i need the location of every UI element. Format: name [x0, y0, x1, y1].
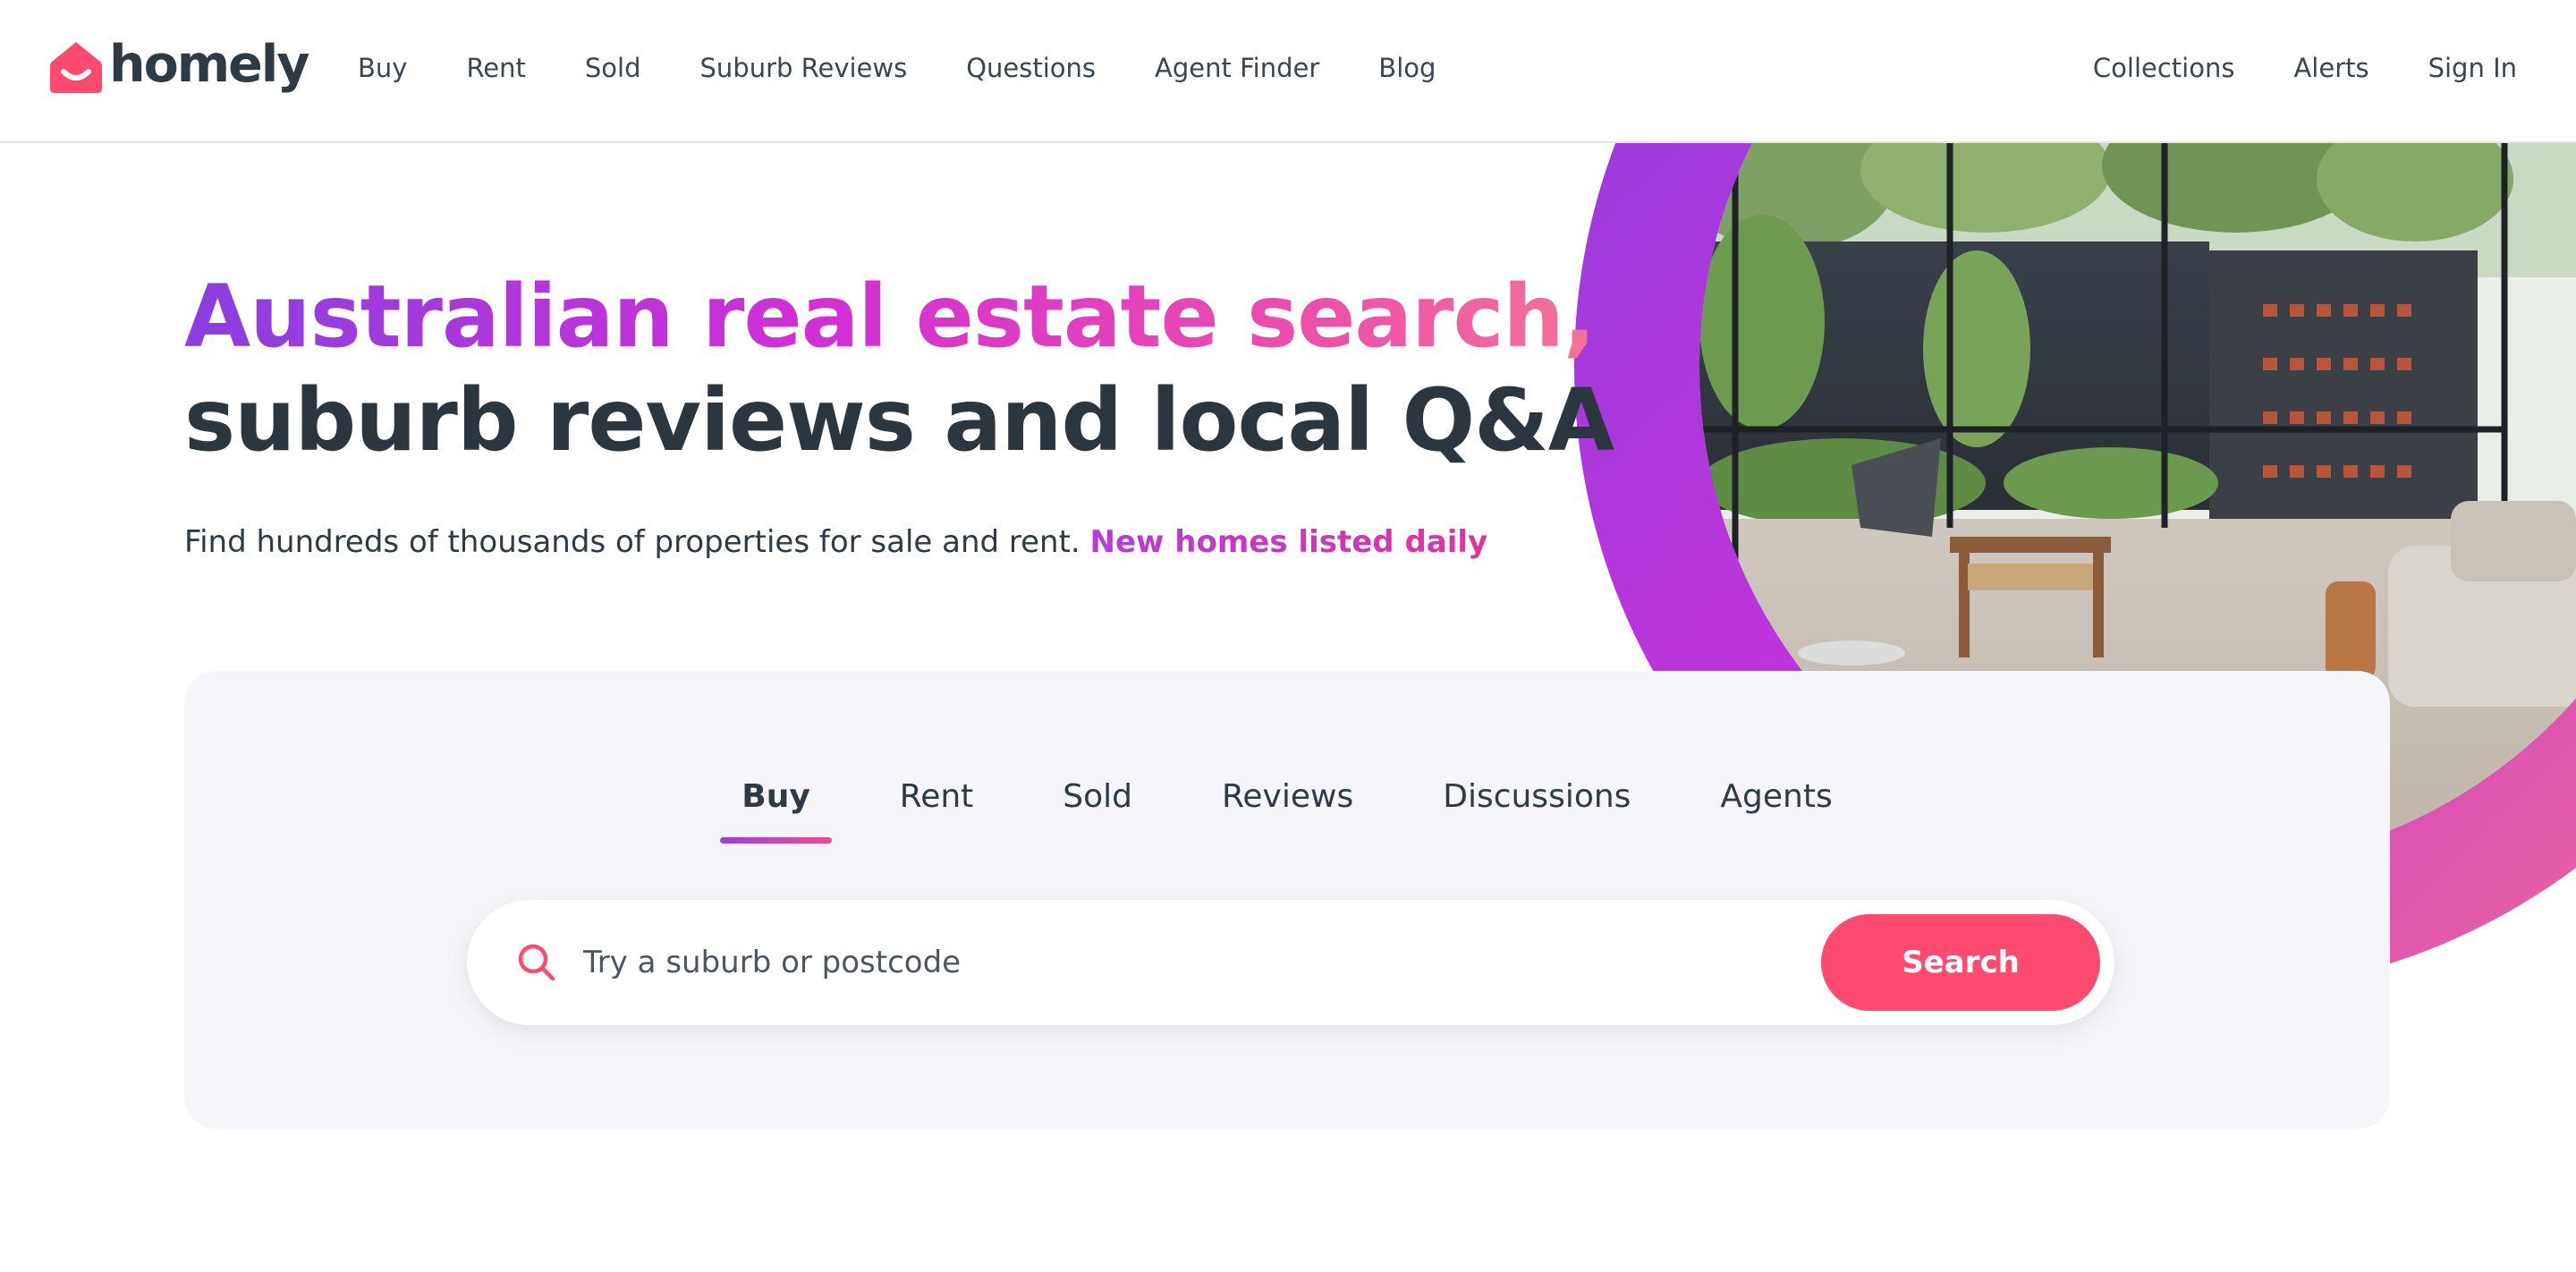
search-button[interactable]: Search — [1821, 914, 2100, 1011]
account-nav: Collections Alerts Sign In — [2034, 47, 2517, 89]
search-panel: Buy Rent Sold Reviews Discussions Agents… — [184, 671, 2390, 1129]
hero-subtitle: Find hundreds of thousands of properties… — [184, 524, 1487, 560]
hero-title: Australian real estate search, suburb re… — [184, 265, 1614, 472]
hero-subtitle-accent: New homes listed daily — [1089, 524, 1488, 560]
tab-reviews[interactable]: Reviews — [1211, 778, 1364, 844]
search-input[interactable] — [583, 930, 1970, 995]
tab-sold[interactable]: Sold — [1052, 778, 1143, 844]
search-icon — [518, 944, 555, 981]
nav-questions[interactable]: Questions — [966, 47, 1096, 89]
hero-title-rest: suburb reviews and local Q&A — [184, 370, 1614, 471]
site-header: homely Buy Rent Sold Suburb Reviews Ques… — [0, 0, 2576, 143]
tab-discussions[interactable]: Discussions — [1432, 778, 1641, 844]
hero-subtitle-text: Find hundreds of thousands of properties… — [184, 524, 1090, 560]
homely-logo[interactable]: homely — [48, 36, 309, 98]
logo-wordmark: homely — [109, 34, 309, 94]
house-smile-icon — [50, 42, 102, 93]
hero-title-highlight: Australian real estate search, — [184, 267, 1596, 367]
tab-agents[interactable]: Agents — [1709, 778, 1843, 844]
tab-rent[interactable]: Rent — [889, 778, 984, 844]
nav-alerts[interactable]: Alerts — [2293, 47, 2368, 89]
nav-buy[interactable]: Buy — [358, 47, 407, 89]
nav-sold[interactable]: Sold — [585, 47, 641, 89]
nav-collections[interactable]: Collections — [2093, 47, 2235, 89]
nav-agent-finder[interactable]: Agent Finder — [1155, 47, 1319, 89]
main-nav: Buy Rent Sold Suburb Reviews Questions A… — [358, 47, 1495, 89]
tab-buy[interactable]: Buy — [720, 778, 832, 844]
nav-blog[interactable]: Blog — [1378, 47, 1436, 89]
nav-suburb-reviews[interactable]: Suburb Reviews — [700, 47, 908, 89]
search-box: Search — [467, 900, 2114, 1025]
nav-sign-in[interactable]: Sign In — [2428, 47, 2517, 89]
nav-rent[interactable]: Rent — [466, 47, 525, 89]
search-tabs: Buy Rent Sold Reviews Discussions Agents — [184, 778, 2390, 844]
